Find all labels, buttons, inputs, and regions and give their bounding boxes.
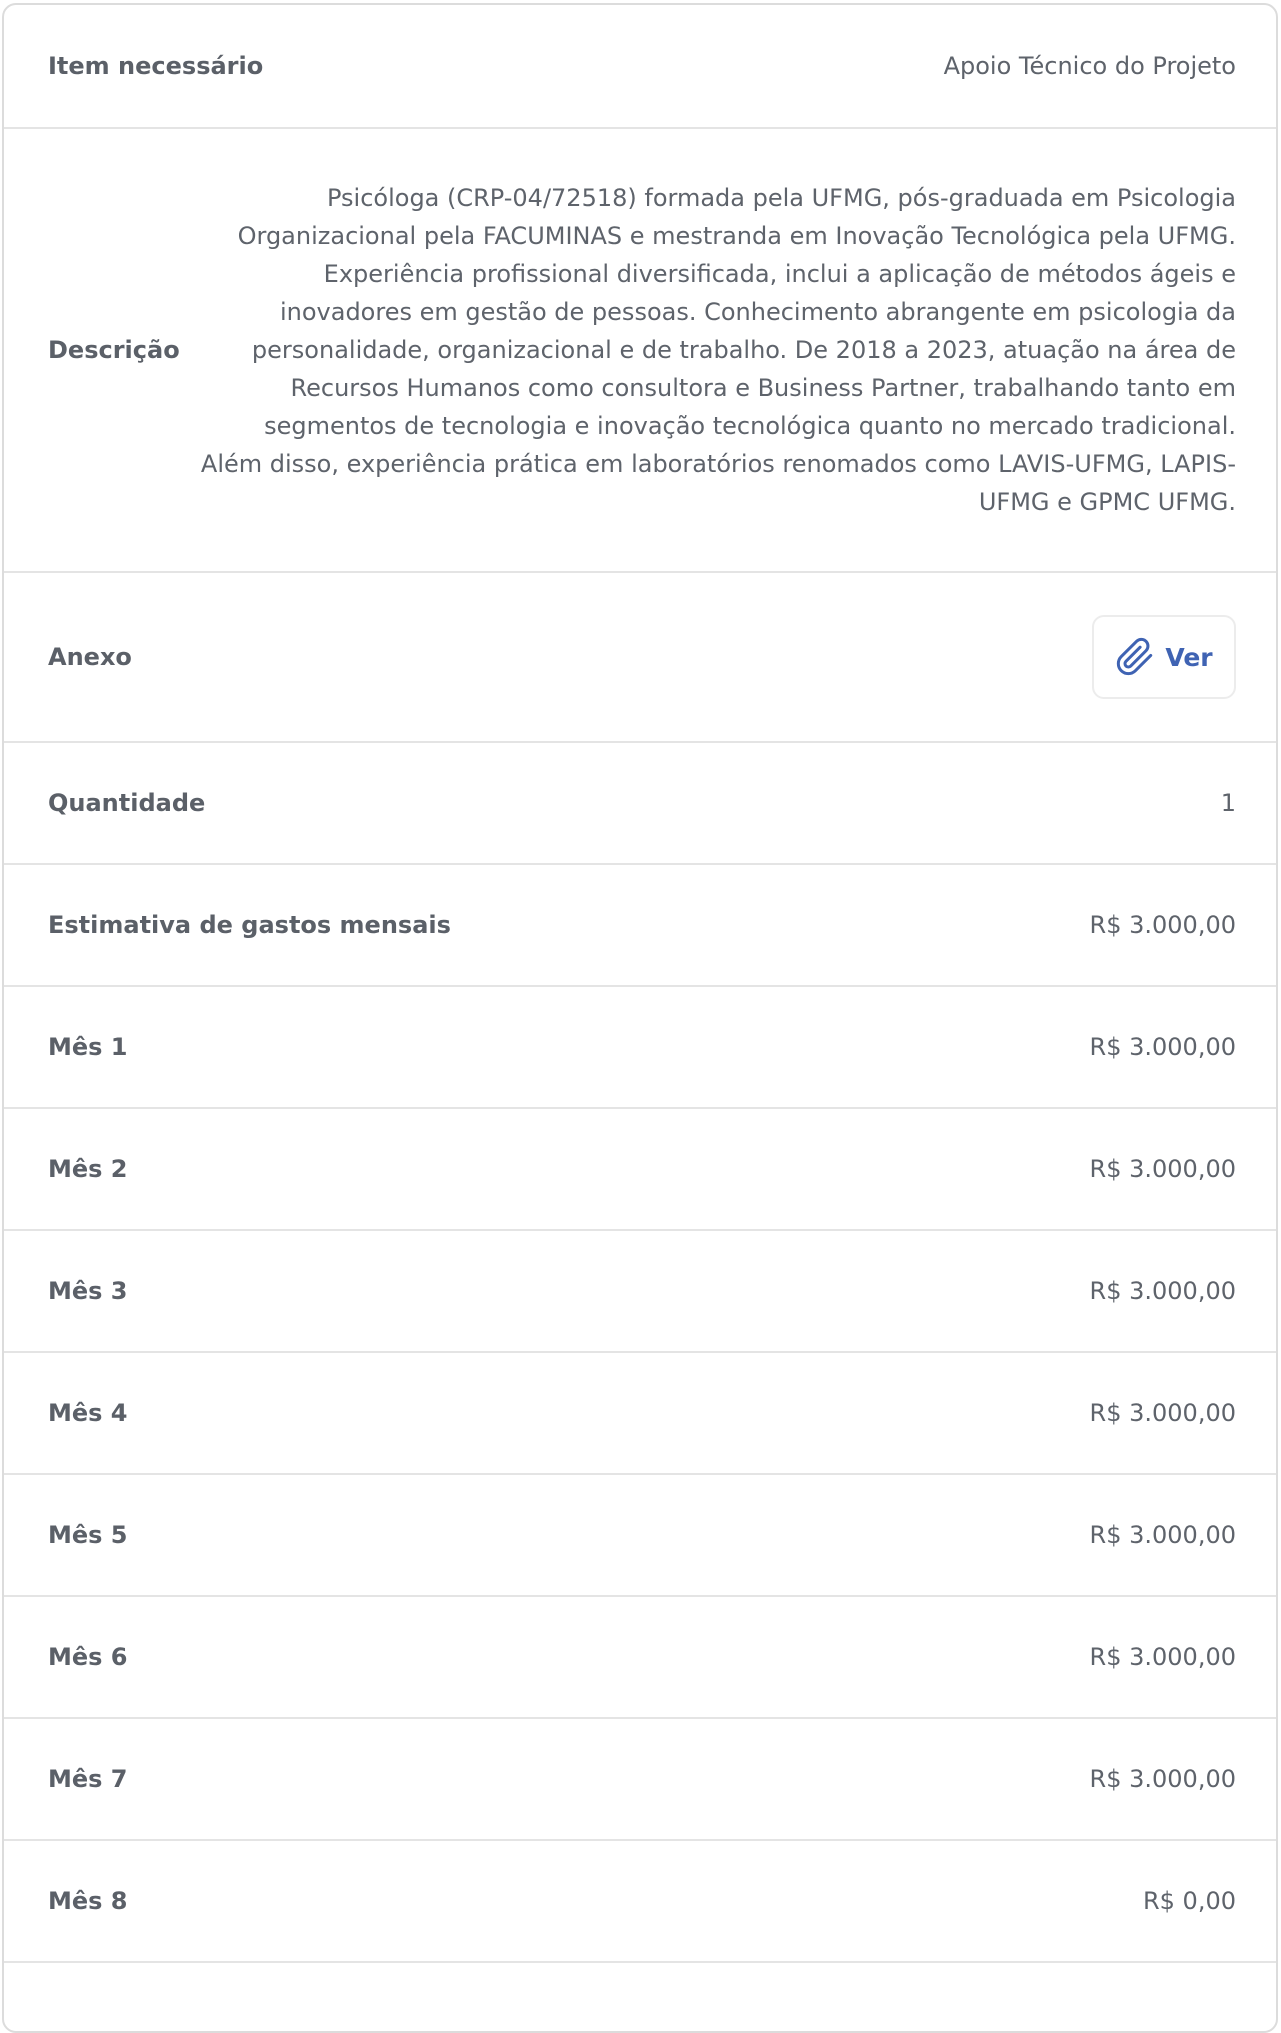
row-mes-5: Mês 5 R$ 3.000,00 xyxy=(4,1475,1276,1597)
row-mes-1: Mês 1 R$ 3.000,00 xyxy=(4,987,1276,1109)
row-anexo: Anexo Ver xyxy=(4,573,1276,743)
mes-label: Mês 4 xyxy=(48,1399,128,1427)
item-value: Apoio Técnico do Projeto xyxy=(943,52,1236,80)
row-quantidade: Quantidade 1 xyxy=(4,743,1276,865)
mes-value: R$ 3.000,00 xyxy=(1089,1643,1236,1671)
mes-label: Mês 3 xyxy=(48,1277,128,1305)
row-mes-4: Mês 4 R$ 3.000,00 xyxy=(4,1353,1276,1475)
row-estimativa: Estimativa de gastos mensais R$ 3.000,00 xyxy=(4,865,1276,987)
mes-label: Mês 6 xyxy=(48,1643,128,1671)
mes-label: Mês 5 xyxy=(48,1521,128,1549)
mes-value: R$ 3.000,00 xyxy=(1089,1399,1236,1427)
mes-label: Mês 8 xyxy=(48,1887,128,1915)
estimativa-value: R$ 3.000,00 xyxy=(1089,911,1236,939)
anexo-label: Anexo xyxy=(48,643,132,671)
descricao-label: Descrição xyxy=(48,336,180,364)
item-label: Item necessário xyxy=(48,52,264,80)
ver-button-label: Ver xyxy=(1165,642,1213,672)
paperclip-icon xyxy=(1115,637,1155,677)
quantidade-value: 1 xyxy=(1220,789,1236,817)
row-descricao: Descrição Psicóloga (CRP-04/72518) forma… xyxy=(4,129,1276,573)
mes-value: R$ 3.000,00 xyxy=(1089,1277,1236,1305)
quantidade-label: Quantidade xyxy=(48,789,206,817)
estimativa-label: Estimativa de gastos mensais xyxy=(48,911,451,939)
ver-attachment-button[interactable]: Ver xyxy=(1092,615,1236,699)
mes-label: Mês 7 xyxy=(48,1765,128,1793)
mes-value: R$ 0,00 xyxy=(1142,1887,1236,1915)
item-details-card: Item necessário Apoio Técnico do Projeto… xyxy=(2,3,1278,2033)
row-mes-8: Mês 8 R$ 0,00 xyxy=(4,1841,1276,1963)
row-mes-6: Mês 6 R$ 3.000,00 xyxy=(4,1597,1276,1719)
row-mes-2: Mês 2 R$ 3.000,00 xyxy=(4,1109,1276,1231)
row-mes-3: Mês 3 R$ 3.000,00 xyxy=(4,1231,1276,1353)
mes-value: R$ 3.000,00 xyxy=(1089,1155,1236,1183)
mes-label: Mês 2 xyxy=(48,1155,128,1183)
mes-label: Mês 1 xyxy=(48,1033,128,1061)
row-mes-7: Mês 7 R$ 3.000,00 xyxy=(4,1719,1276,1841)
mes-value: R$ 3.000,00 xyxy=(1089,1765,1236,1793)
descricao-value: Psicóloga (CRP-04/72518) formada pela UF… xyxy=(200,184,1236,516)
mes-value: R$ 3.000,00 xyxy=(1089,1033,1236,1061)
row-item-necessario: Item necessário Apoio Técnico do Projeto xyxy=(4,5,1276,129)
mes-value: R$ 3.000,00 xyxy=(1089,1521,1236,1549)
